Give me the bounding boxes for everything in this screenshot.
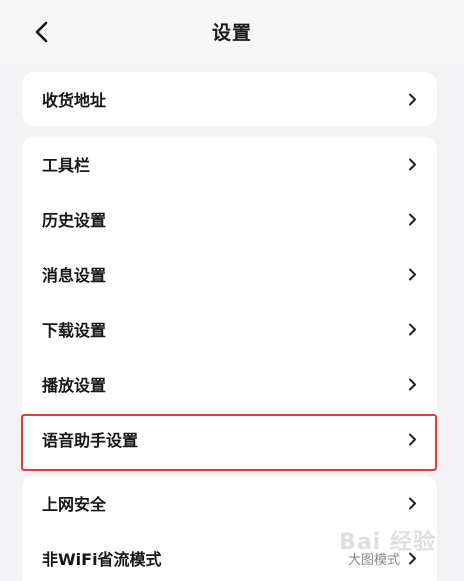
settings-item-label: 历史设置 [42, 211, 107, 230]
chevron-right-icon [408, 497, 417, 510]
page-title: 设置 [211, 22, 252, 44]
header: 设置 [0, 0, 464, 64]
chevron-right-icon [408, 433, 417, 446]
settings-item-label: 消息设置 [42, 266, 107, 285]
settings-item-label: 上网安全 [42, 495, 107, 514]
settings-item-label: 工具栏 [42, 156, 91, 175]
chevron-right-icon [408, 158, 417, 171]
settings-item-shipping-address[interactable]: 收货地址 [22, 72, 437, 126]
settings-item-label: 下载设置 [42, 321, 107, 340]
settings-page: 设置 收货地址 工具栏 历史设置 消息设置 下载设置 播放设置 语音助手设置 上… [0, 0, 464, 581]
address-card: 收货地址 [22, 72, 437, 126]
chevron-right-icon [408, 378, 417, 391]
settings-item-label: 非WiFi省流模式 [42, 550, 162, 569]
settings-item-label: 收货地址 [42, 91, 107, 110]
settings-item-toolbar[interactable]: 工具栏 [22, 137, 437, 191]
chevron-right-icon [408, 323, 417, 336]
general-settings-card: 工具栏 历史设置 消息设置 下载设置 播放设置 语音助手设置 [22, 137, 437, 470]
chevron-right-icon [408, 213, 417, 226]
settings-item-playback[interactable]: 播放设置 [22, 357, 437, 411]
settings-item-messages[interactable]: 消息设置 [22, 247, 437, 301]
chevron-right-icon [408, 552, 417, 565]
settings-item-right: 大图模式 [348, 549, 417, 568]
settings-item-label: 播放设置 [42, 376, 107, 395]
settings-item-data-saver[interactable]: 非WiFi省流模式 大图模式 [22, 531, 437, 581]
settings-item-web-security[interactable]: 上网安全 [22, 476, 437, 530]
settings-item-value: 大图模式 [347, 552, 400, 568]
network-settings-card: 上网安全 非WiFi省流模式 大图模式 [22, 476, 437, 581]
settings-item-label: 语音助手设置 [42, 431, 139, 450]
settings-item-history[interactable]: 历史设置 [22, 192, 437, 246]
chevron-right-icon [408, 268, 417, 281]
settings-item-download[interactable]: 下载设置 [22, 302, 437, 356]
chevron-right-icon [408, 93, 417, 106]
settings-item-voice-assistant[interactable]: 语音助手设置 [22, 412, 437, 466]
